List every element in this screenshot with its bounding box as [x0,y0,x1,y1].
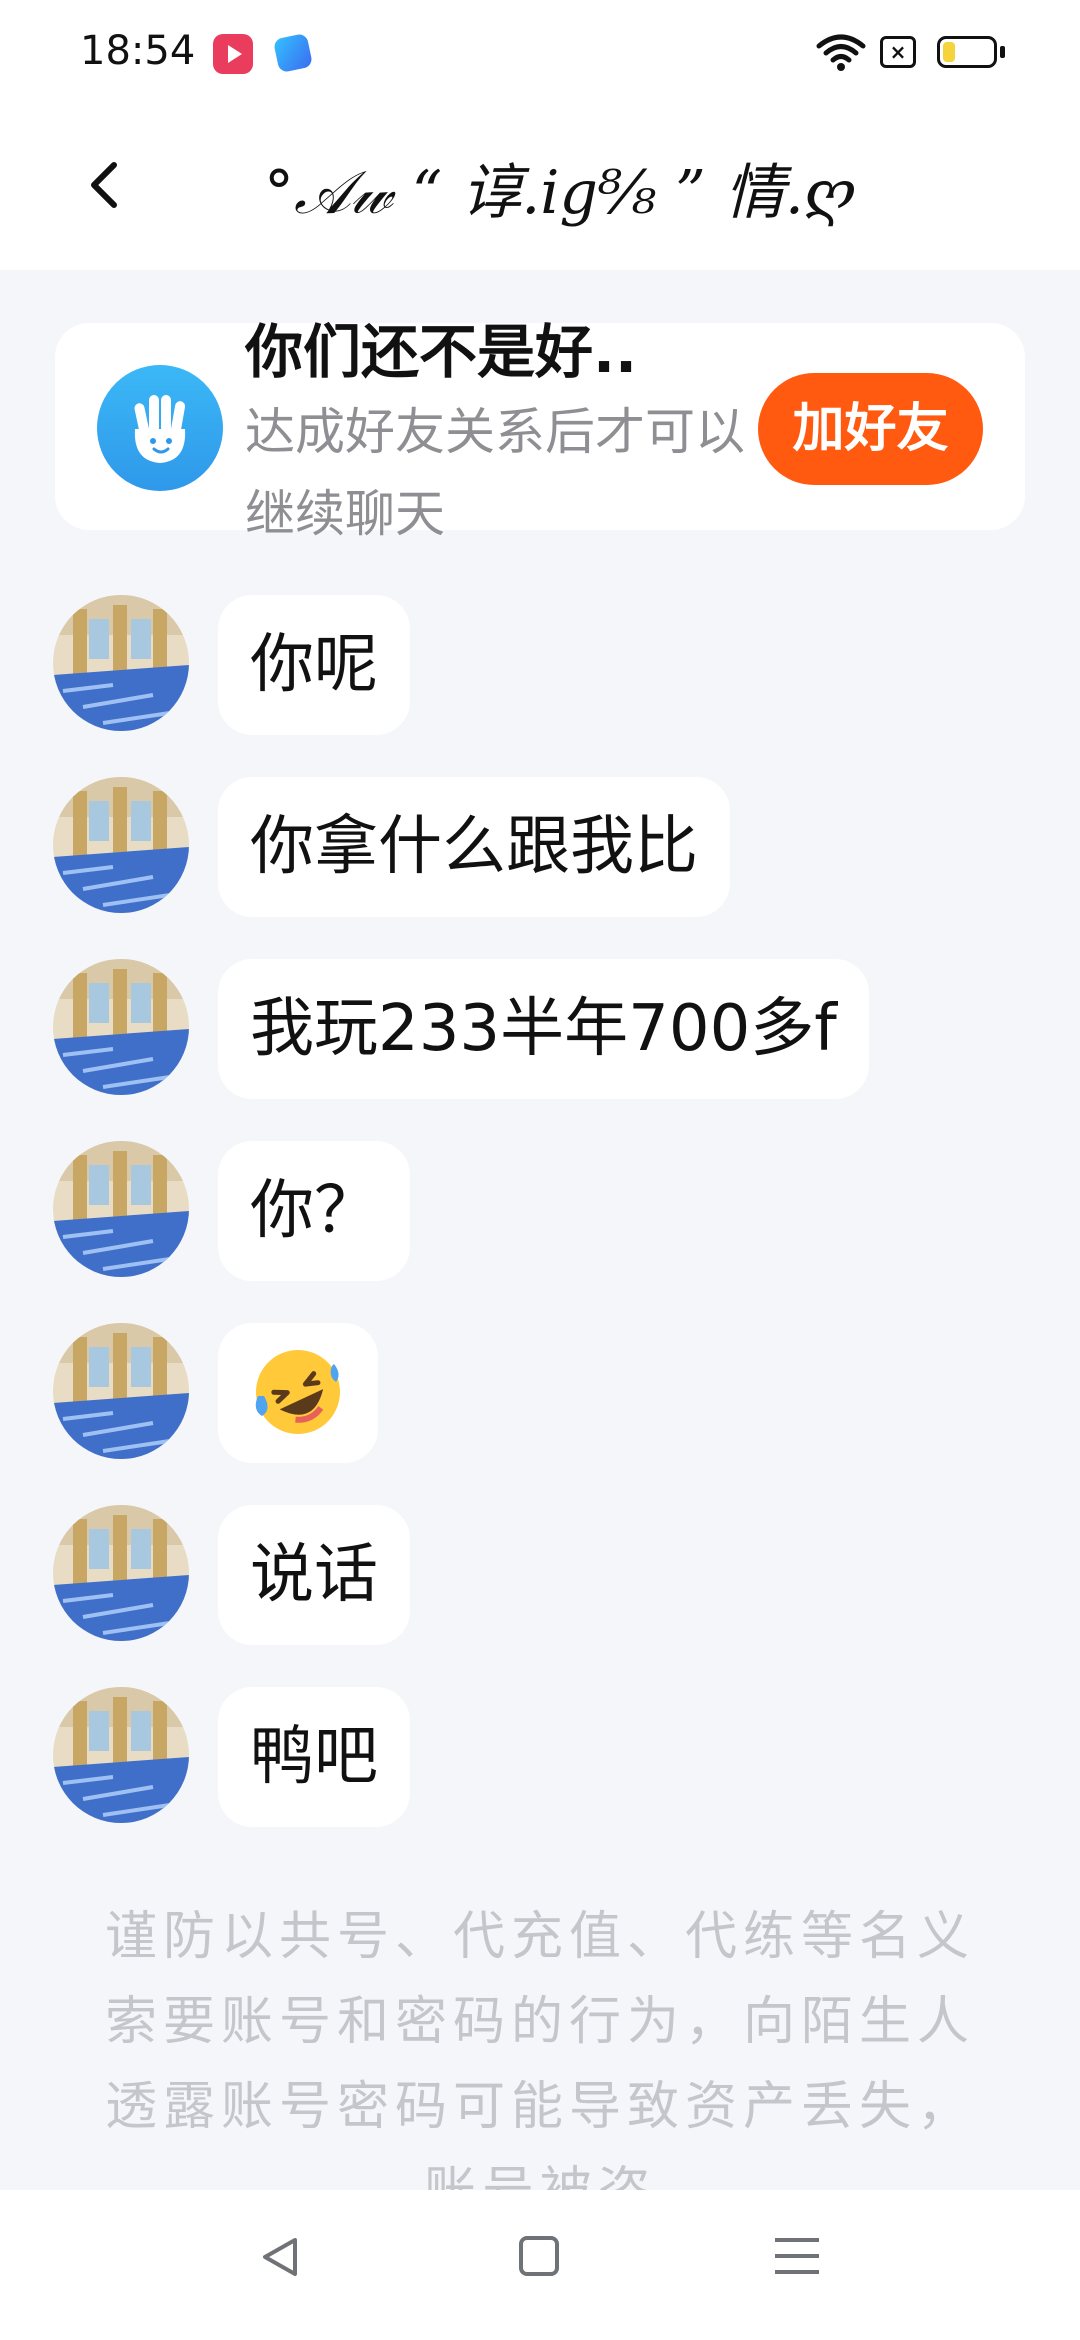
message-row: 你拿什么跟我比 [0,777,1080,917]
add-friend-button[interactable]: 加好友 [758,373,983,485]
friend-request-card: 你们还不是好.. 达成好友关系后才可以继续聊天 加好友 [55,318,1025,543]
menu-lines-icon[interactable] [775,2238,819,2286]
rolling-on-floor-laughing-emoji-icon [255,1350,340,1435]
back-triangle-icon[interactable] [255,2232,305,2282]
message-bubble[interactable]: 你？ [218,1141,410,1281]
avatar[interactable] [53,1687,189,1823]
back-arrow-icon[interactable] [70,145,150,225]
chat-header: °𝒜𝓌 “ 谆.ig⁸⁄₈ ” 情.ღ [0,105,1080,270]
friend-card-title: 你们还不是好.. [245,318,638,386]
hand-wave-icon [97,365,223,491]
avatar[interactable] [53,595,189,731]
avatar[interactable] [53,777,189,913]
system-nav-bar [0,2190,1080,2340]
message-row: 你？ [0,1141,1080,1281]
avatar[interactable] [53,1141,189,1277]
home-square-icon[interactable] [519,2236,559,2276]
message-bubble[interactable]: 你拿什么跟我比 [218,777,730,917]
message-row: 说话 [0,1505,1080,1645]
wifi-icon [816,34,866,71]
video-app-icon [213,34,253,74]
message-bubble[interactable]: 我玩233半年700多f [218,959,869,1099]
status-time: 18:54 [80,28,196,74]
message-bubble[interactable]: 鸭吧 [218,1687,410,1827]
message-row: 我玩233半年700多f [0,959,1080,1099]
message-row: 鸭吧 [0,1687,1080,1827]
chat-title[interactable]: °𝒜𝓌 “ 谆.ig⁸⁄₈ ” 情.ღ [160,153,960,233]
no-sim-icon: × [880,36,916,68]
security-warning: 谨防以共号、代充值、代练等名义索要账号和密码的行为，向陌生人透露账号密码可能导致… [104,1907,975,2195]
status-bar: 18:54 × [0,0,1080,105]
avatar[interactable] [53,1505,189,1641]
message-bubble[interactable]: 说话 [218,1505,410,1645]
battery-icon [937,36,997,68]
message-row [0,1323,1080,1463]
avatar[interactable] [53,959,189,1095]
friend-card-subtitle: 达成好友关系后才可以继续聊天 [245,403,745,543]
message-bubble-emoji[interactable] [218,1323,378,1463]
message-bubble[interactable]: 你呢 [218,595,410,735]
message-row: 你呢 [0,595,1080,735]
battery-level [943,42,955,62]
avatar[interactable] [53,1323,189,1459]
battery-cap [1000,46,1005,58]
blue-app-icon [272,32,314,74]
